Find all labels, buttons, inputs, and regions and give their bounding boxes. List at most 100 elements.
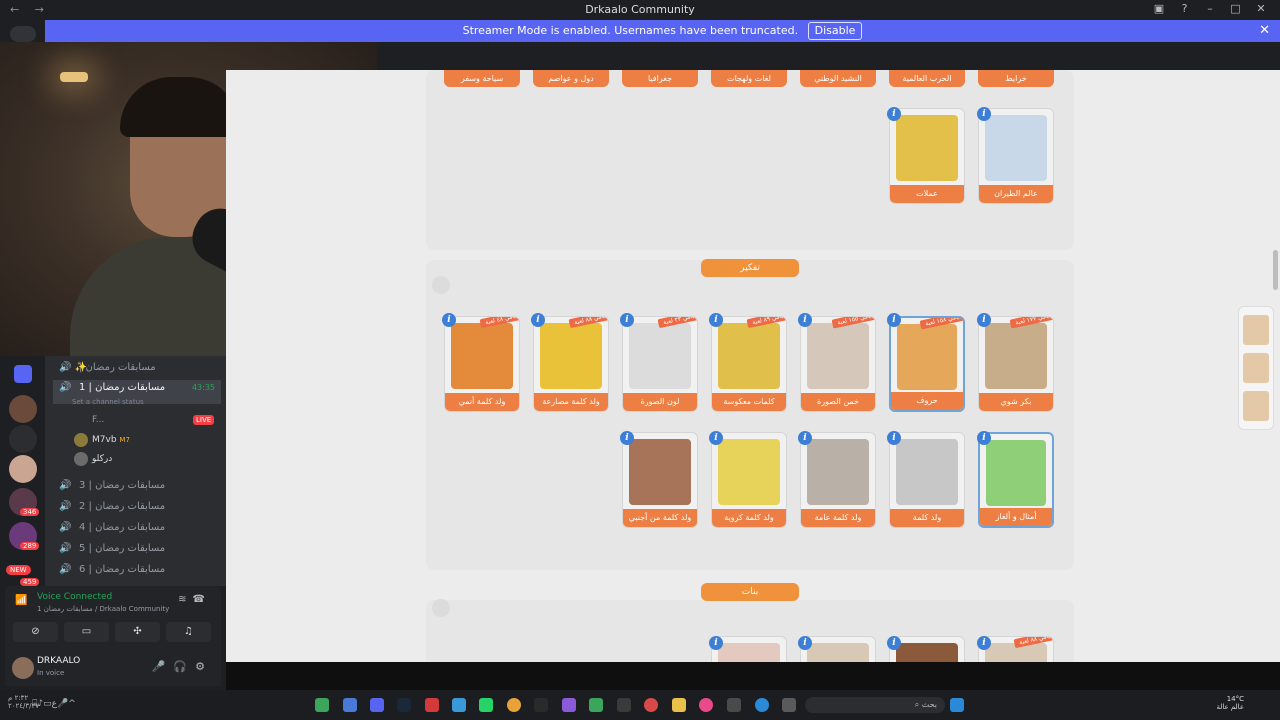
- weather-widget[interactable]: 14°C عالم عالة: [1216, 695, 1244, 711]
- server-icon[interactable]: [9, 425, 37, 453]
- category-chip[interactable]: سياحة وسفر: [444, 70, 520, 87]
- chevron-up-icon[interactable]: ^: [68, 699, 76, 709]
- category-chip[interactable]: الحرب العالمية: [889, 70, 965, 87]
- username[interactable]: DRKAALO: [37, 656, 80, 666]
- voice-channel[interactable]: 🔊 ✨ مسابقات رمضان |: [53, 358, 221, 378]
- side-widget[interactable]: [1238, 306, 1274, 430]
- user-avatar[interactable]: [12, 657, 34, 679]
- info-icon[interactable]: i: [531, 313, 545, 327]
- app-icon[interactable]: [644, 698, 658, 712]
- video-button[interactable]: ⊘: [13, 622, 58, 642]
- voice-channel[interactable]: 🔊 مسابقات رمضان | 3: [53, 476, 221, 496]
- minimize-icon[interactable]: –: [1199, 2, 1221, 15]
- whatsapp-icon[interactable]: [479, 698, 493, 712]
- chrome-icon[interactable]: [507, 698, 521, 712]
- app-icon[interactable]: [315, 698, 329, 712]
- category-card[interactable]: ولد كلمة مصارعة باقي ٨٨ لعبة: [533, 316, 609, 412]
- info-icon[interactable]: i: [977, 107, 991, 121]
- voice-connected-label[interactable]: Voice Connected: [37, 592, 112, 602]
- category-card[interactable]: لون الصورة باقي ٢٣ لعبة: [622, 316, 698, 412]
- category-card[interactable]: عالم الطيران: [978, 108, 1054, 204]
- voice-channel-path[interactable]: 1 مسابقات رمضان / Drkaalo Community: [37, 605, 169, 613]
- help-icon[interactable]: ?: [1174, 2, 1196, 15]
- app-icon[interactable]: [782, 698, 796, 712]
- collapse-button[interactable]: [432, 276, 450, 294]
- mic-tray-icon[interactable]: 🎤: [57, 699, 68, 709]
- category-chip[interactable]: دول و عواصم: [533, 70, 609, 87]
- app-icon[interactable]: [343, 698, 357, 712]
- home-button[interactable]: [10, 26, 36, 42]
- info-icon[interactable]: i: [798, 636, 812, 650]
- category-chip[interactable]: النشيد الوطني: [800, 70, 876, 87]
- info-icon[interactable]: i: [620, 313, 634, 327]
- category-card[interactable]: ولد كلمة أنمي باقي ٤٨ لعبة: [444, 316, 520, 412]
- category-chip[interactable]: جغرافيا: [622, 70, 698, 87]
- voice-member[interactable]: M7vb M7: [74, 432, 130, 448]
- app-icon[interactable]: [452, 698, 466, 712]
- steam-icon[interactable]: [397, 698, 411, 712]
- disable-button[interactable]: Disable: [807, 22, 863, 40]
- info-icon[interactable]: i: [977, 636, 991, 650]
- app-icon[interactable]: [534, 698, 548, 712]
- settings-gear-icon[interactable]: ⚙: [195, 660, 213, 673]
- voice-member[interactable]: دركلو: [74, 451, 112, 467]
- close-window-icon[interactable]: ✕: [1250, 2, 1272, 15]
- taskbar-search[interactable]: ⌕ بحث: [805, 697, 945, 713]
- category-card[interactable]: عملات: [889, 108, 965, 204]
- mic-icon[interactable]: 🎤: [152, 660, 174, 673]
- info-icon[interactable]: i: [798, 313, 812, 327]
- channel-status-hint[interactable]: Set a channel status: [72, 398, 144, 406]
- voice-channel[interactable]: 🔊 مسابقات رمضان | 2: [53, 497, 221, 517]
- info-icon[interactable]: i: [709, 431, 723, 445]
- windows-start-icon[interactable]: [950, 698, 964, 712]
- category-card[interactable]: خمن الصورة باقي ١٥٥ لعبة: [800, 316, 876, 412]
- info-icon[interactable]: i: [887, 636, 901, 650]
- voice-channel[interactable]: 🔊 مسابقات رمضان | 5: [53, 539, 221, 559]
- activities-button[interactable]: ✣: [115, 622, 160, 642]
- soundboard-button[interactable]: ♫: [166, 622, 211, 642]
- screen-share-button[interactable]: ▭: [64, 622, 109, 642]
- close-banner-icon[interactable]: ✕: [1259, 20, 1270, 42]
- app-icon[interactable]: [699, 698, 713, 712]
- info-icon[interactable]: i: [798, 431, 812, 445]
- info-icon[interactable]: i: [709, 636, 723, 650]
- noise-suppression-icon[interactable]: ≋: [178, 594, 192, 605]
- voice-channel[interactable]: 🔊 مسابقات رمضان | 6: [53, 560, 221, 580]
- voice-channel[interactable]: 🔊 مسابقات رمضان | 4: [53, 518, 221, 538]
- category-card[interactable]: ولد كلمة عامة: [800, 432, 876, 528]
- info-icon[interactable]: i: [442, 313, 456, 327]
- info-icon[interactable]: i: [620, 431, 634, 445]
- server-icon[interactable]: [14, 365, 32, 383]
- edge-icon[interactable]: [755, 698, 769, 712]
- app-icon[interactable]: [727, 698, 741, 712]
- battery-icon[interactable]: ▭: [43, 699, 52, 709]
- maximize-icon[interactable]: □: [1225, 2, 1247, 15]
- disconnect-icon[interactable]: ☎: [193, 594, 211, 605]
- server-icon[interactable]: [9, 395, 37, 423]
- category-card[interactable]: بكر شوي باقي ١٧٧ لعبة: [978, 316, 1054, 412]
- category-card[interactable]: ولد كلمة: [889, 432, 965, 528]
- category-card-selected[interactable]: أمثال و ألغاز: [978, 432, 1054, 528]
- headphones-icon[interactable]: 🎧: [173, 660, 195, 673]
- info-icon[interactable]: i: [887, 431, 901, 445]
- stream-user[interactable]: F...: [74, 412, 104, 428]
- app-icon[interactable]: [370, 698, 384, 712]
- server-icon[interactable]: [9, 455, 37, 483]
- page-scrollbar[interactable]: [1273, 250, 1278, 290]
- category-card[interactable]: كلمات معكوسة باقي ٨٩ لعبة: [711, 316, 787, 412]
- collapse-button[interactable]: [432, 599, 450, 617]
- info-icon[interactable]: i: [977, 313, 991, 327]
- category-card[interactable]: ولد كلمة كروية: [711, 432, 787, 528]
- app-icon[interactable]: [425, 698, 439, 712]
- info-icon[interactable]: i: [887, 313, 901, 327]
- app-icon[interactable]: [617, 698, 631, 712]
- info-icon[interactable]: i: [709, 313, 723, 327]
- category-card-selected[interactable]: حروف باقي ١٥٨ لعبة: [889, 316, 965, 412]
- app-icon[interactable]: [562, 698, 576, 712]
- app-icon[interactable]: [589, 698, 603, 712]
- inbox-icon[interactable]: ▣: [1148, 2, 1170, 15]
- category-card[interactable]: ولد كلمة من أجنبي: [622, 432, 698, 528]
- file-explorer-icon[interactable]: [672, 698, 686, 712]
- info-icon[interactable]: i: [977, 431, 991, 445]
- info-icon[interactable]: i: [887, 107, 901, 121]
